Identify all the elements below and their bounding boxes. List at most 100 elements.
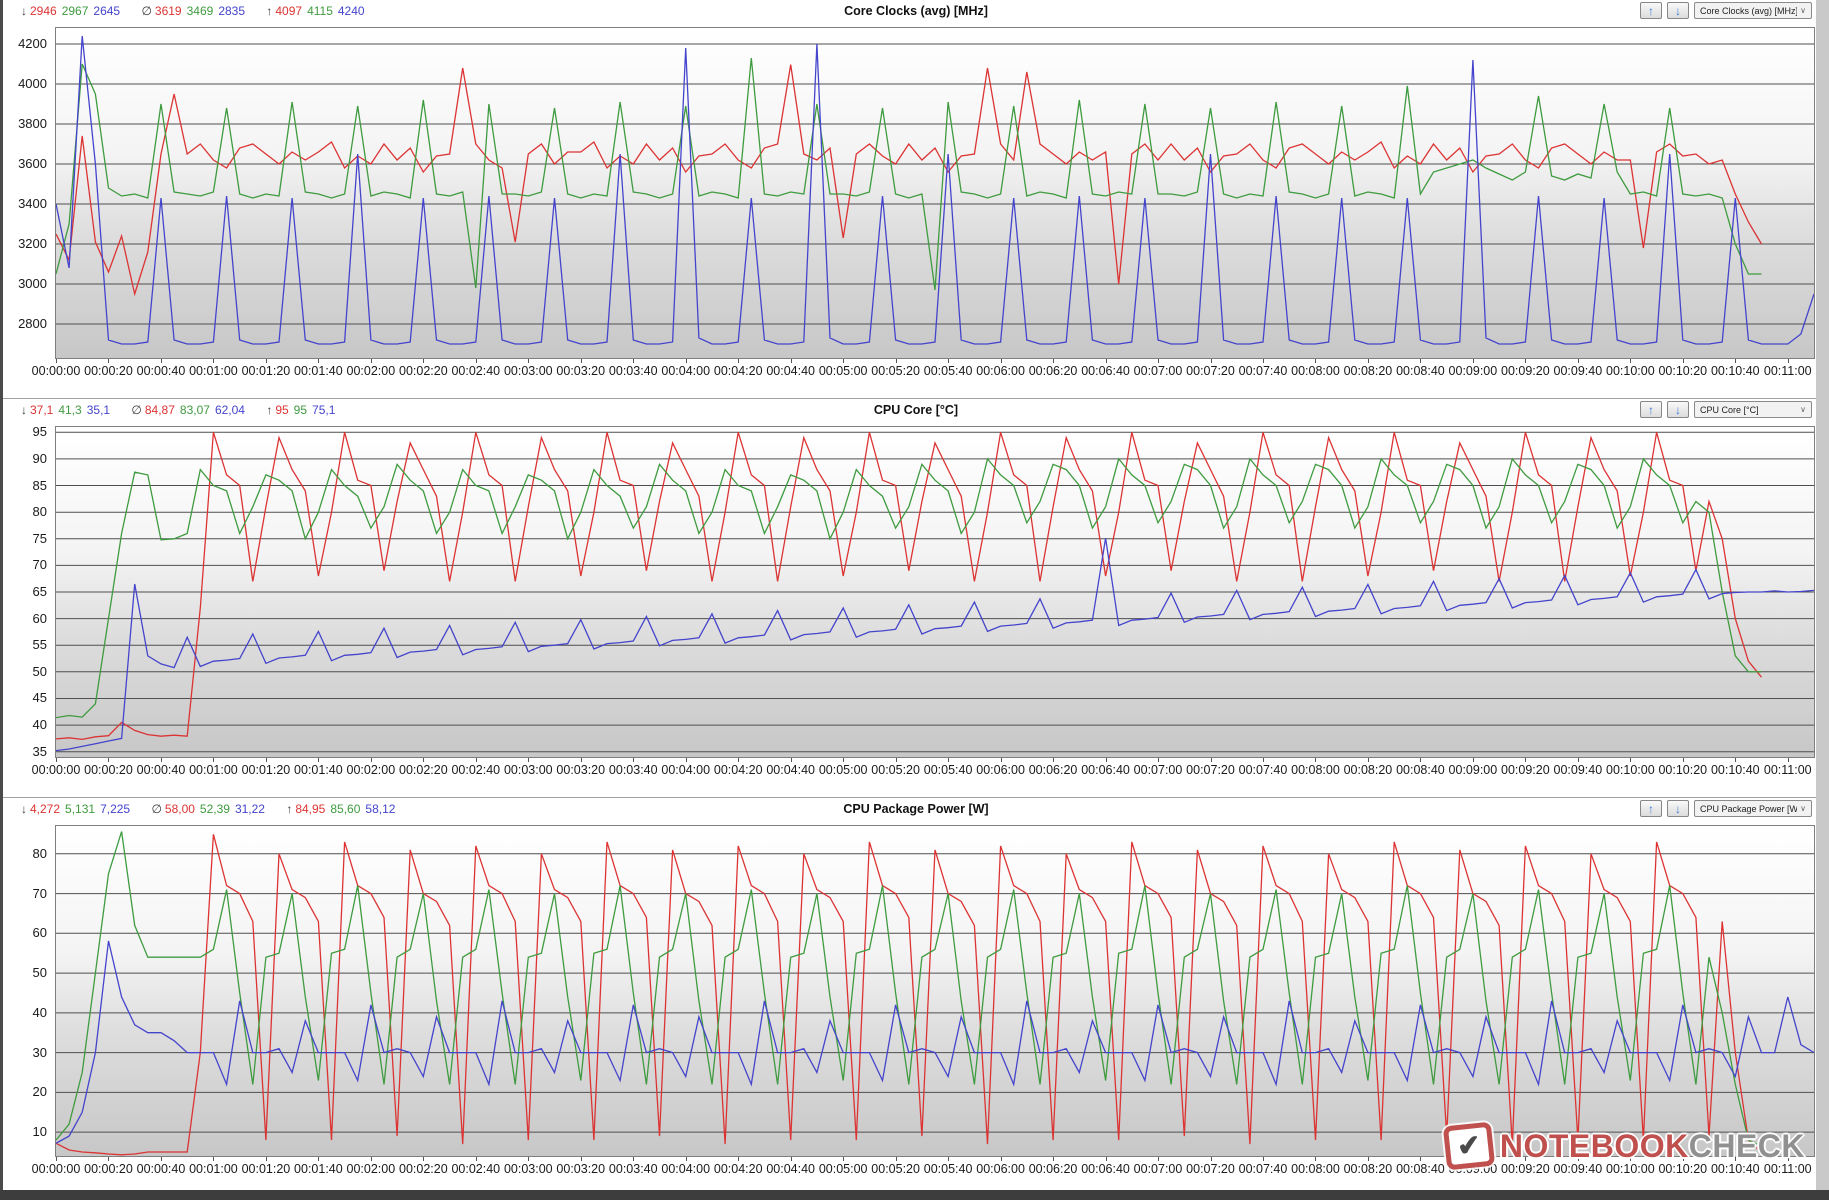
- x-axis-label: 00:09:20: [1501, 763, 1550, 777]
- x-axis-label: 00:09:00: [1448, 763, 1498, 777]
- x-axis-tick: [1105, 758, 1107, 762]
- x-axis-tick: [1367, 1157, 1369, 1161]
- y-axis-label: 80: [32, 504, 47, 520]
- stat-avg-red: 84,87: [144, 403, 175, 417]
- move-chart-up-button[interactable]: ↑: [1640, 2, 1662, 19]
- x-axis-tick: [1420, 758, 1422, 762]
- x-axis-tick: [790, 758, 792, 762]
- x-axis-label: 00:07:00: [1133, 763, 1183, 777]
- x-axis-label: 00:04:00: [661, 364, 711, 378]
- y-axis-label: 50: [32, 663, 47, 679]
- x-axis-tick: [475, 758, 477, 762]
- notebookcheck-watermark: ✔ NOTEBOOKCHECK: [1442, 1121, 1805, 1171]
- x-axis-tick: [1577, 359, 1579, 363]
- y-axis-label: 30: [32, 1044, 47, 1060]
- x-axis-label: 00:07:40: [1238, 763, 1288, 777]
- x-axis-label: 00:05:40: [923, 1162, 973, 1176]
- x-axis-label: 00:09:40: [1553, 364, 1603, 378]
- stat-max-blue: 4240: [337, 4, 365, 18]
- x-axis-tick: [1472, 758, 1474, 762]
- x-axis-tick: [1158, 1157, 1160, 1161]
- plot-area: [55, 27, 1815, 359]
- x-axis-label: 00:01:00: [189, 763, 238, 777]
- x-axis-label: 00:05:00: [818, 364, 868, 378]
- x-axis-tick: [1630, 359, 1632, 363]
- x-axis-tick: [423, 1157, 425, 1161]
- move-chart-down-button[interactable]: ↓: [1667, 800, 1689, 817]
- x-axis-tick: [895, 758, 897, 762]
- y-axis-label: 3600: [18, 156, 47, 171]
- x-axis-label: 00:02:40: [451, 364, 501, 378]
- avg-symbol-icon: ∅: [141, 4, 152, 18]
- y-axis-label: 55: [32, 637, 47, 653]
- x-axis-label: 00:02:40: [451, 763, 501, 777]
- move-chart-up-button[interactable]: ↑: [1640, 800, 1662, 817]
- x-axis-label: 00:03:20: [556, 763, 606, 777]
- x-axis-label: 00:00:20: [84, 763, 133, 777]
- stat-min-blue: 35,1: [86, 403, 111, 417]
- x-axis-label: 00:01:00: [189, 364, 238, 378]
- stat-max-blue: 75,1: [312, 403, 336, 417]
- watermark-text-check: CHECK: [1688, 1127, 1805, 1164]
- move-chart-down-button[interactable]: ↓: [1667, 2, 1689, 19]
- move-chart-down-button[interactable]: ↓: [1667, 401, 1689, 418]
- x-axis-tick: [1315, 758, 1317, 762]
- x-axis-label: 00:02:20: [398, 1162, 448, 1176]
- max-arrow-icon: ↑: [266, 403, 273, 417]
- x-axis-label: 00:03:00: [503, 1162, 553, 1176]
- x-axis-tick: [318, 758, 320, 762]
- min-arrow-icon: ↓: [21, 4, 27, 18]
- y-axis-label: 70: [32, 885, 47, 901]
- x-axis-tick: [1210, 1157, 1212, 1161]
- x-axis-tick: [1000, 359, 1002, 363]
- x-axis-label: 00:08:40: [1396, 364, 1445, 378]
- x-axis-tick: [1210, 359, 1212, 363]
- window-left-edge: [0, 0, 3, 1200]
- x-axis-tick: [633, 1157, 635, 1161]
- x-axis-tick: [1105, 1157, 1107, 1161]
- y-axis-label: 90: [32, 450, 47, 466]
- x-axis-label: 00:09:00: [1448, 364, 1498, 378]
- x-axis-tick: [1787, 758, 1789, 762]
- metric-dropdown[interactable]: CPU Package Power [W] ∨: [1694, 800, 1812, 817]
- down-arrow-icon: ↓: [1675, 402, 1681, 417]
- x-axis-label: 00:01:20: [241, 364, 291, 378]
- x-axis-tick: [213, 359, 215, 363]
- panel-controls: ↑ ↓ CPU Package Power [W] ∨: [1640, 800, 1812, 817]
- x-axis-tick: [1210, 758, 1212, 762]
- window-bottom-bar: [0, 1190, 1829, 1200]
- x-axis-label: 00:04:00: [661, 763, 711, 777]
- stat-max-red: 84,95: [295, 802, 326, 816]
- stat-min-blue: 7,225: [100, 802, 131, 816]
- move-chart-up-button[interactable]: ↑: [1640, 401, 1662, 418]
- y-axis-label: 3400: [18, 196, 47, 211]
- x-axis-tick: [1577, 758, 1579, 762]
- x-axis-tick: [1000, 1157, 1002, 1161]
- x-axis-tick: [1682, 359, 1684, 363]
- x-axis-tick: [528, 1157, 530, 1161]
- stat-max-red: 95: [275, 403, 289, 417]
- metric-dropdown[interactable]: CPU Core [°C] ∨: [1694, 401, 1812, 418]
- x-axis-tick: [423, 359, 425, 363]
- x-axis-label: 00:06:20: [1028, 763, 1078, 777]
- y-axis-label: 60: [32, 925, 47, 941]
- x-axis-tick: [1158, 359, 1160, 363]
- x-axis-label: 00:08:40: [1396, 763, 1445, 777]
- x-axis-label: 00:02:20: [398, 364, 448, 378]
- x-axis-label: 00:03:40: [608, 763, 658, 777]
- avg-symbol-icon: ∅: [131, 403, 142, 417]
- x-axis-label: 00:01:40: [294, 763, 343, 777]
- x-axis-label: 00:07:00: [1133, 1162, 1183, 1176]
- x-axis-label: 00:03:40: [608, 1162, 658, 1176]
- plot-area: [55, 426, 1815, 758]
- y-axis-label: 40: [32, 717, 47, 733]
- x-axis-tick: [685, 758, 687, 762]
- x-axis-tick: [160, 359, 162, 363]
- x-axis-tick: [370, 758, 372, 762]
- stat-max-blue: 58,12: [365, 802, 396, 816]
- x-axis-label: 00:00:20: [84, 364, 133, 378]
- metric-dropdown[interactable]: Core Clocks (avg) [MHz] ∨: [1694, 2, 1812, 19]
- stat-max-green: 85,60: [330, 802, 361, 816]
- x-axis-tick: [1472, 359, 1474, 363]
- x-axis-label: 00:08:20: [1343, 364, 1393, 378]
